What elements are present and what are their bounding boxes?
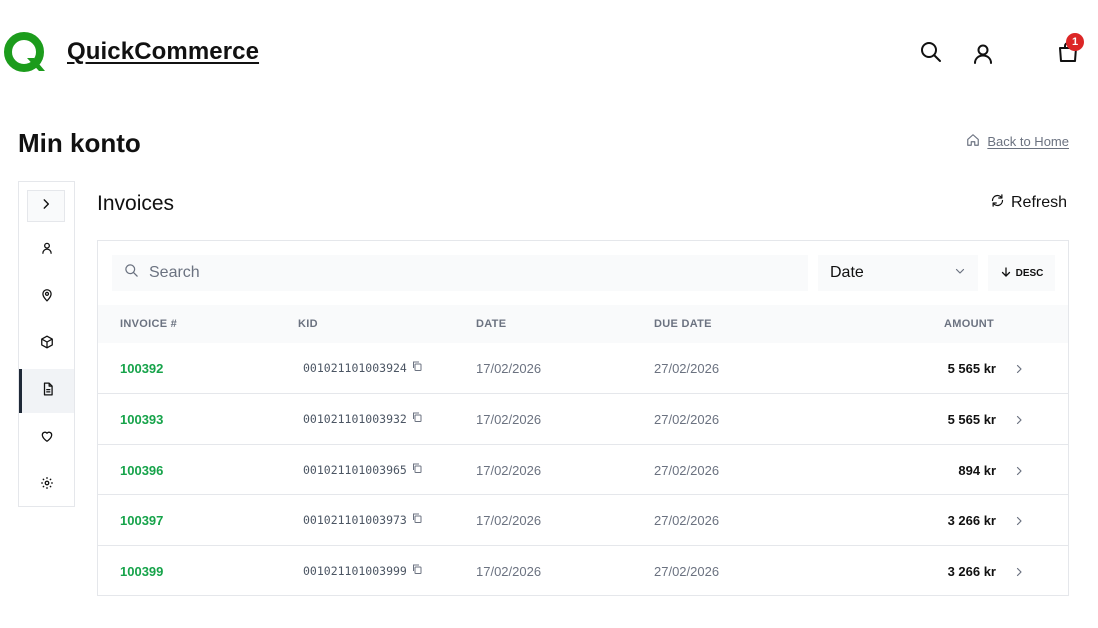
invoice-amount: 3 266 kr: [947, 513, 996, 528]
column-header-date: DATE: [476, 318, 507, 330]
account-sidebar: [18, 181, 75, 507]
kid-value: 001021101003924: [303, 360, 407, 375]
table-header: INVOICE # KID DATE DUE DATE AMOUNT: [98, 305, 1068, 343]
invoice-number[interactable]: 100396: [120, 463, 163, 478]
invoice-amount: 894 kr: [958, 463, 996, 478]
table-row[interactable]: 100399 001021101003999 17/02/2026 27/02/…: [98, 545, 1068, 595]
invoice-number[interactable]: 100397: [120, 513, 163, 528]
page-title: Min konto: [18, 128, 141, 158]
invoice-date: 17/02/2026: [476, 463, 542, 478]
chevron-right-icon[interactable]: [1013, 362, 1025, 374]
invoice-number[interactable]: 100399: [120, 564, 163, 579]
chevron-right-icon[interactable]: [1013, 514, 1025, 526]
search-icon[interactable]: [919, 40, 943, 64]
invoice-amount: 3 266 kr: [947, 564, 996, 579]
invoice-date: 17/02/2026: [476, 412, 542, 427]
table-row[interactable]: 100393 001021101003932 17/02/2026 27/02/…: [98, 393, 1068, 443]
invoices-title: Invoices: [97, 192, 175, 215]
heart-icon: [40, 429, 54, 448]
back-to-home-link[interactable]: Back to Home: [966, 133, 1069, 150]
back-to-home-label: Back to Home: [987, 134, 1069, 149]
invoice-due-date: 27/02/2026: [654, 463, 720, 478]
sidebar-item-orders[interactable]: [19, 322, 74, 366]
map-pin-icon: [40, 288, 54, 307]
sort-field-value: Date: [830, 264, 864, 281]
invoices-panel: Date DESC INVOICE # KID DATE DUE DATE AM…: [97, 240, 1069, 596]
invoice-due-date: 27/02/2026: [654, 564, 720, 579]
chevron-right-icon: [39, 197, 53, 216]
home-icon: [966, 133, 980, 150]
kid-value: 001021101003965: [303, 462, 407, 477]
invoice-number[interactable]: 100392: [120, 361, 163, 376]
kid-cell: 001021101003932: [303, 411, 423, 426]
chevron-right-icon[interactable]: [1013, 413, 1025, 425]
sidebar-item-invoices[interactable]: [19, 369, 74, 413]
quickcommerce-logo[interactable]: [3, 31, 47, 75]
sort-direction-button[interactable]: DESC: [988, 255, 1055, 291]
sidebar-expand-button[interactable]: [27, 190, 65, 222]
copy-icon[interactable]: [411, 411, 423, 426]
copy-icon[interactable]: [411, 462, 423, 477]
invoice-due-date: 27/02/2026: [654, 513, 720, 528]
user-icon[interactable]: [971, 42, 995, 66]
sidebar-item-profile[interactable]: [19, 228, 74, 272]
site-header: QuickCommerce 1: [0, 0, 1098, 100]
table-row[interactable]: 100397 001021101003973 17/02/2026 27/02/…: [98, 494, 1068, 544]
column-header-invoice: INVOICE #: [120, 318, 178, 330]
invoice-date: 17/02/2026: [476, 361, 542, 376]
sidebar-item-wishlist[interactable]: [19, 416, 74, 460]
arrow-down-icon: [1000, 266, 1012, 281]
gear-icon: [40, 476, 54, 495]
chevron-down-icon: [954, 264, 966, 282]
user-icon: [40, 241, 54, 260]
refresh-icon: [990, 193, 1005, 213]
kid-cell: 001021101003965: [303, 462, 423, 477]
cart-count-badge: 1: [1066, 33, 1084, 51]
column-header-kid: KID: [298, 318, 318, 330]
copy-icon[interactable]: [411, 563, 423, 578]
column-header-due-date: DUE DATE: [654, 318, 712, 330]
invoice-amount: 5 565 kr: [947, 361, 996, 376]
refresh-label: Refresh: [1011, 194, 1068, 211]
table-row[interactable]: 100396 001021101003965 17/02/2026 27/02/…: [98, 444, 1068, 494]
package-icon: [40, 335, 54, 354]
kid-value: 001021101003932: [303, 411, 407, 426]
invoice-due-date: 27/02/2026: [654, 412, 720, 427]
sidebar-item-addresses[interactable]: [19, 275, 74, 319]
invoice-amount: 5 565 kr: [947, 412, 996, 427]
copy-icon[interactable]: [411, 360, 423, 375]
invoice-date: 17/02/2026: [476, 564, 542, 579]
invoice-date: 17/02/2026: [476, 513, 542, 528]
kid-value: 001021101003999: [303, 563, 407, 578]
chevron-right-icon[interactable]: [1013, 464, 1025, 476]
invoice-icon: [41, 382, 55, 401]
sort-field-select[interactable]: Date: [818, 255, 978, 291]
invoice-number[interactable]: 100393: [120, 412, 163, 427]
column-header-amount: AMOUNT: [944, 318, 995, 330]
kid-cell: 001021101003973: [303, 512, 423, 527]
kid-cell: 001021101003999: [303, 563, 423, 578]
kid-value: 001021101003973: [303, 512, 407, 527]
brand-name[interactable]: QuickCommerce: [67, 38, 259, 66]
sidebar-item-settings[interactable]: [19, 463, 74, 507]
sort-direction-label: DESC: [1015, 267, 1044, 279]
refresh-button[interactable]: Refresh: [990, 193, 1067, 213]
search-icon: [124, 263, 139, 283]
table-row[interactable]: 100392 001021101003924 17/02/2026 27/02/…: [98, 343, 1068, 393]
invoice-due-date: 27/02/2026: [654, 361, 720, 376]
chevron-right-icon[interactable]: [1013, 565, 1025, 577]
search-input[interactable]: [149, 264, 749, 282]
search-box: [112, 255, 808, 291]
kid-cell: 001021101003924: [303, 360, 423, 375]
copy-icon[interactable]: [411, 512, 423, 527]
